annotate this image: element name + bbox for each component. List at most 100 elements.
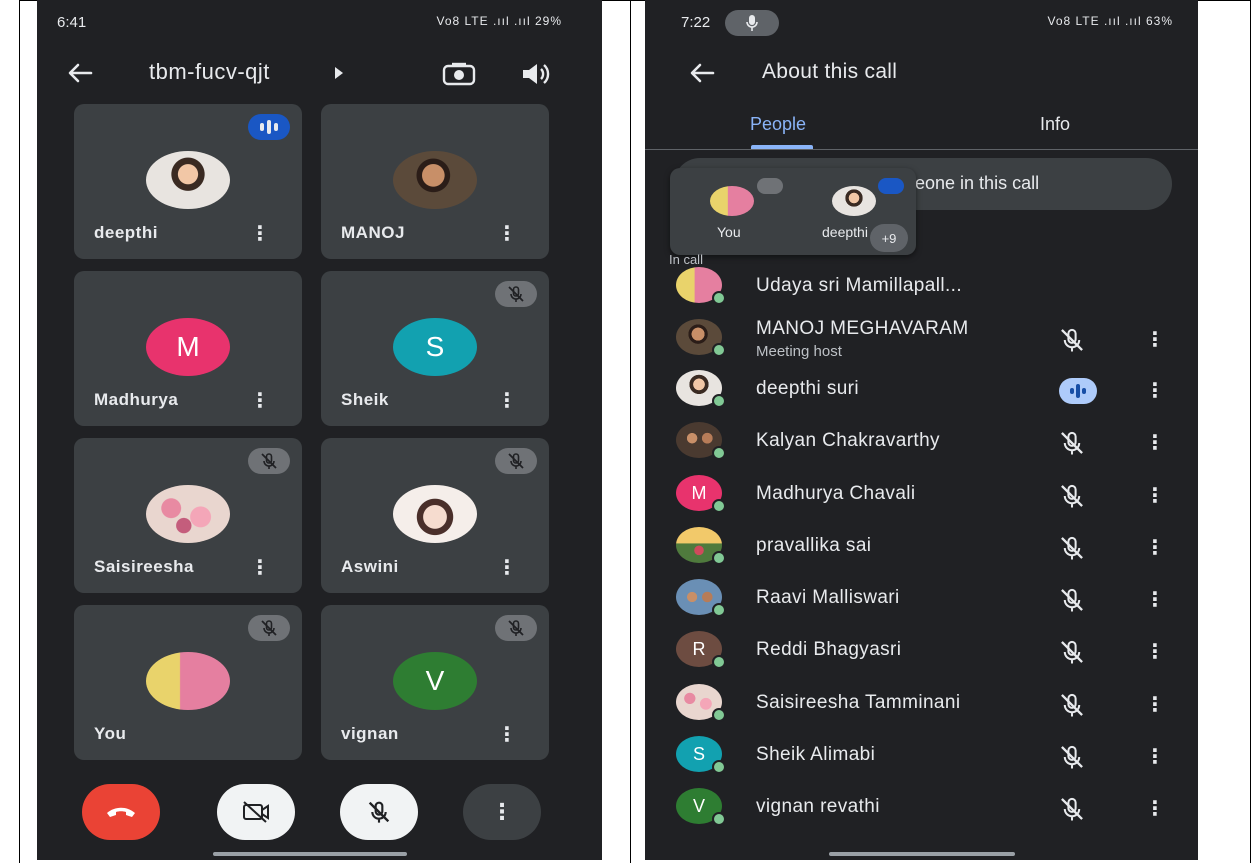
mic-off-icon bbox=[495, 615, 537, 641]
more-vert-icon[interactable]: ⋮ bbox=[250, 224, 270, 244]
camera-off-button[interactable] bbox=[217, 784, 295, 840]
participant-tile[interactable]: MANOJ ⋮ bbox=[321, 104, 549, 259]
participant-row[interactable]: M Madhurya Chavali ⋮ bbox=[645, 471, 1198, 523]
more-vert-icon[interactable]: ⋮ bbox=[497, 558, 517, 578]
participant-name: MANOJ MEGHAVARAM bbox=[756, 318, 969, 339]
avatar bbox=[146, 485, 230, 543]
more-vert-icon[interactable]: ⋮ bbox=[1145, 378, 1165, 403]
participant-tile[interactable]: Aswini ⋮ bbox=[321, 438, 549, 593]
back-arrow-icon[interactable] bbox=[65, 58, 95, 88]
more-options-button[interactable]: ⋮ bbox=[463, 784, 541, 840]
mic-off-icon bbox=[1059, 692, 1085, 723]
avatar bbox=[393, 485, 477, 543]
participant-name: deepthi suri bbox=[756, 378, 860, 399]
avatar: V bbox=[393, 652, 477, 710]
online-status-icon bbox=[712, 760, 726, 774]
more-vert-icon[interactable]: ⋮ bbox=[1145, 587, 1165, 612]
participant-name: Sheik Alimabi bbox=[756, 744, 876, 765]
tile-name: Aswini bbox=[341, 557, 399, 576]
tile-name: You bbox=[94, 724, 127, 743]
avatar bbox=[146, 151, 230, 209]
more-vert-icon[interactable]: ⋮ bbox=[1145, 692, 1165, 717]
mic-off-icon bbox=[1059, 483, 1085, 514]
tile-name: Saisireesha bbox=[94, 557, 195, 576]
online-status-icon bbox=[712, 394, 726, 408]
avatar bbox=[832, 186, 876, 216]
status-bar: 7:22 Vo8 LTE .ııl .ııl 63% bbox=[645, 0, 1198, 44]
participant-row[interactable]: Raavi Malliswari ⋮ bbox=[645, 575, 1198, 627]
participant-tile[interactable]: You bbox=[74, 605, 302, 760]
status-bar: 6:41 Vo8 LTE .ııl .ııl 29% bbox=[37, 0, 602, 44]
more-vert-icon[interactable]: ⋮ bbox=[1145, 796, 1165, 821]
participant-row[interactable]: Vvignan revathi ⋮ bbox=[645, 784, 1198, 836]
meeting-top-bar: tbm-fucv-qjt bbox=[37, 50, 602, 96]
about-call-screen: 7:22 Vo8 LTE .ııl .ııl 63% About this ca… bbox=[645, 0, 1198, 860]
status-system: Vo8 LTE .ııl .ııl 63% bbox=[1047, 14, 1173, 28]
more-vert-icon[interactable]: ⋮ bbox=[1145, 483, 1165, 508]
avatar: M bbox=[146, 318, 230, 376]
status-time: 6:41 bbox=[57, 14, 87, 31]
speaking-indicator-icon bbox=[248, 114, 290, 140]
participant-name: Reddi Bhagyasri bbox=[756, 639, 902, 660]
participant-row[interactable]: MANOJ MEGHAVARAM Meeting host ⋮ bbox=[645, 315, 1198, 367]
home-indicator bbox=[213, 852, 407, 856]
speaking-indicator-icon bbox=[878, 178, 904, 194]
tile-name: MANOJ bbox=[341, 223, 405, 242]
back-arrow-icon[interactable] bbox=[687, 58, 717, 88]
participant-name: vignan revathi bbox=[756, 796, 880, 817]
participant-row[interactable]: S Sheik Alimabi ⋮ bbox=[645, 732, 1198, 784]
tile-name: Madhurya bbox=[94, 390, 179, 409]
more-vert-icon[interactable]: ⋮ bbox=[250, 558, 270, 578]
participant-tile[interactable]: deepthi ⋮ bbox=[74, 104, 302, 259]
tile-name: vignan bbox=[341, 724, 399, 743]
more-vert-icon[interactable]: ⋮ bbox=[1145, 430, 1165, 455]
mic-off-icon bbox=[248, 615, 290, 641]
participant-row[interactable]: Udaya sri Mamillapall... bbox=[645, 263, 1198, 315]
mic-off-icon bbox=[495, 448, 537, 474]
meeting-code[interactable]: tbm-fucv-qjt bbox=[149, 59, 270, 85]
participant-row[interactable]: Kalyan Chakravarthy ⋮ bbox=[645, 418, 1198, 470]
mic-off-button[interactable] bbox=[340, 784, 418, 840]
online-status-icon bbox=[712, 499, 726, 513]
tab-info[interactable]: Info bbox=[1040, 114, 1070, 135]
online-status-icon bbox=[712, 343, 726, 357]
participant-tile[interactable]: S Sheik ⋮ bbox=[321, 271, 549, 426]
participant-row[interactable]: R Reddi Bhagyasri ⋮ bbox=[645, 627, 1198, 679]
participant-name: Kalyan Chakravarthy bbox=[756, 430, 940, 451]
search-placeholder: eone in this call bbox=[915, 173, 1040, 193]
mic-off-icon bbox=[757, 178, 783, 194]
popup-deepthi-label: deepthi bbox=[822, 224, 868, 240]
chevron-right-icon[interactable] bbox=[331, 64, 347, 82]
more-vert-icon[interactable]: ⋮ bbox=[1145, 744, 1165, 769]
mic-off-icon bbox=[495, 281, 537, 307]
participants-popup[interactable]: You deepthi +9 bbox=[670, 168, 916, 255]
participant-tile[interactable]: Saisireesha ⋮ bbox=[74, 438, 302, 593]
more-vert-icon[interactable]: ⋮ bbox=[497, 391, 517, 411]
more-vert-icon[interactable]: ⋮ bbox=[1145, 535, 1165, 560]
online-status-icon bbox=[712, 446, 726, 460]
more-vert-icon[interactable]: ⋮ bbox=[497, 725, 517, 745]
participant-name: pravallika sai bbox=[756, 535, 872, 556]
online-status-icon bbox=[712, 708, 726, 722]
mic-in-use-icon bbox=[725, 10, 779, 36]
participant-row[interactable]: pravallika sai ⋮ bbox=[645, 523, 1198, 575]
online-status-icon bbox=[712, 291, 726, 305]
meeting-screen: 6:41 Vo8 LTE .ııl .ııl 29% tbm-fucv-qjt … bbox=[37, 0, 602, 860]
popup-you-label: You bbox=[717, 224, 741, 240]
tab-people[interactable]: People bbox=[750, 114, 806, 135]
online-status-icon bbox=[712, 551, 726, 565]
participant-tile[interactable]: V vignan ⋮ bbox=[321, 605, 549, 760]
participant-row[interactable]: Saisireesha Tamminani ⋮ bbox=[645, 680, 1198, 732]
participant-tile[interactable]: M Madhurya ⋮ bbox=[74, 271, 302, 426]
switch-camera-icon[interactable] bbox=[439, 56, 479, 92]
more-vert-icon[interactable]: ⋮ bbox=[1145, 639, 1165, 664]
end-call-button[interactable] bbox=[82, 784, 160, 840]
participant-row[interactable]: deepthi suri ⋮ bbox=[645, 366, 1198, 418]
more-vert-icon[interactable]: ⋮ bbox=[497, 224, 517, 244]
mic-off-icon bbox=[1059, 639, 1085, 670]
home-indicator bbox=[829, 852, 1015, 856]
participant-role: Meeting host bbox=[756, 343, 842, 360]
speaker-icon[interactable] bbox=[517, 58, 553, 90]
more-vert-icon[interactable]: ⋮ bbox=[250, 391, 270, 411]
more-vert-icon[interactable]: ⋮ bbox=[1145, 327, 1165, 352]
